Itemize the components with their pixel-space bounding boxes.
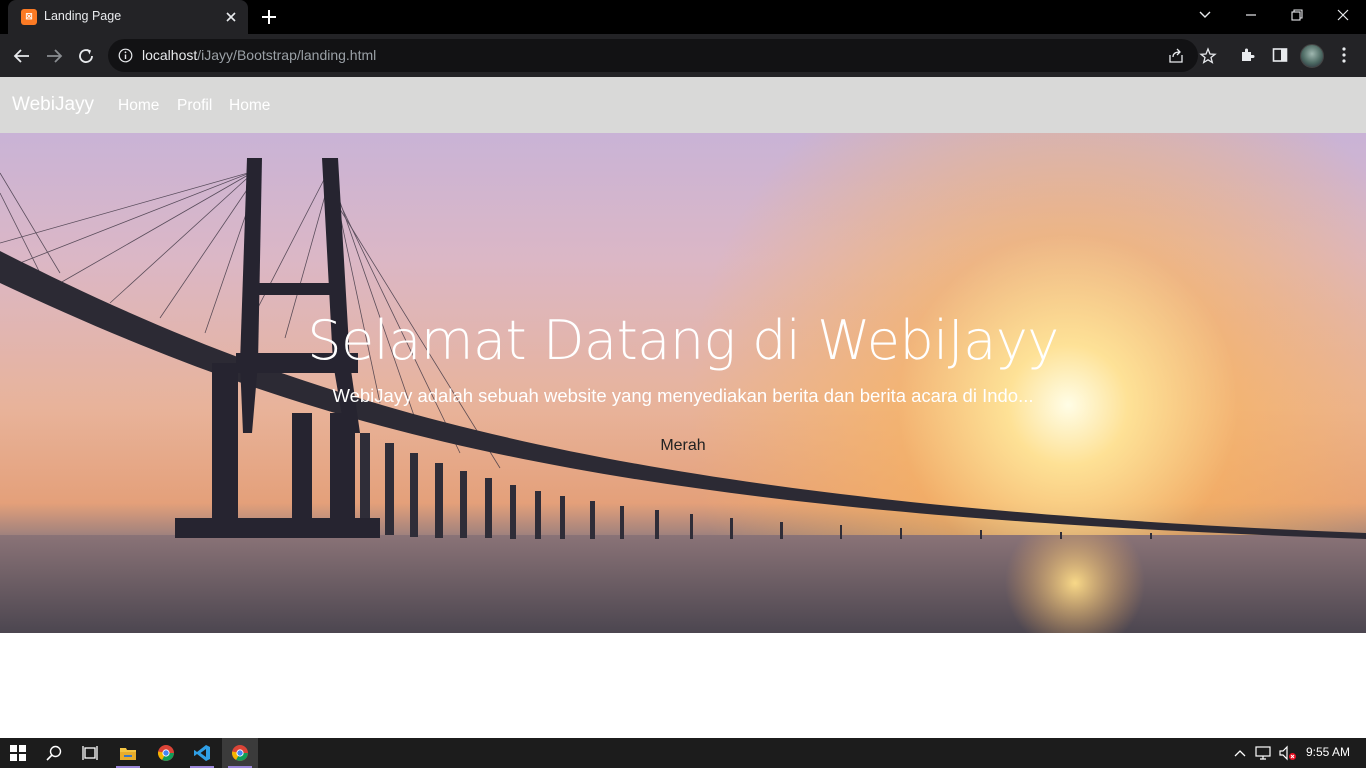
menu-icon[interactable]	[1333, 44, 1355, 66]
search-icon[interactable]	[36, 738, 72, 768]
url-path: /iJayy/Bootstrap/landing.html	[197, 47, 377, 63]
network-icon[interactable]	[1255, 745, 1273, 761]
file-explorer-icon[interactable]	[110, 738, 146, 768]
nav-link-profil[interactable]: Profil	[177, 97, 212, 115]
windows-taskbar: 9:55 AM	[0, 738, 1366, 768]
chevron-up-icon[interactable]	[1231, 745, 1249, 761]
chrome-active-icon[interactable]	[222, 738, 258, 768]
address-bar[interactable]: localhost/iJayy/Bootstrap/landing.html	[108, 39, 1217, 72]
navbar-brand[interactable]: WebiJayy	[12, 94, 94, 116]
hero-jumbotron: Selamat Datang di WebiJayy WebiJayy adal…	[0, 133, 1366, 633]
nav-link-home[interactable]: Home	[118, 97, 159, 115]
chrome-icon[interactable]	[148, 738, 184, 768]
merah-button[interactable]: Merah	[633, 430, 733, 462]
volume-muted-icon[interactable]	[1279, 745, 1297, 761]
vscode-icon[interactable]	[184, 738, 220, 768]
tab-search-icon[interactable]	[1182, 0, 1228, 30]
tab-title: Landing Page	[44, 9, 122, 23]
back-icon[interactable]	[8, 42, 36, 70]
star-icon[interactable]	[1198, 46, 1218, 66]
task-view-icon[interactable]	[72, 738, 108, 768]
bridge-background-image	[0, 158, 1366, 633]
hero-subtitle: WebiJayy adalah sebuah website yang meny…	[332, 385, 1034, 406]
tab-strip: ⊠ Landing Page	[0, 0, 1366, 34]
forward-icon[interactable]	[40, 42, 68, 70]
share-icon[interactable]	[1166, 46, 1186, 66]
nav-link-home-2[interactable]: Home	[229, 97, 270, 115]
info-icon[interactable]	[118, 48, 133, 67]
site-navbar: WebiJayy Home Profil Home	[0, 77, 1366, 133]
restore-icon[interactable]	[1274, 0, 1320, 30]
minimize-icon[interactable]	[1228, 0, 1274, 30]
start-icon[interactable]	[0, 738, 36, 768]
browser-tab[interactable]: ⊠ Landing Page	[8, 0, 248, 34]
new-tab-icon[interactable]	[258, 6, 280, 28]
reload-icon[interactable]	[72, 42, 100, 70]
avatar[interactable]	[1300, 44, 1324, 68]
extensions-icon[interactable]	[1237, 44, 1259, 66]
url-host: localhost	[142, 47, 198, 63]
tab-close-icon[interactable]	[222, 8, 240, 26]
url-text: localhost/iJayy/Bootstrap/landing.html	[142, 47, 376, 63]
browser-toolbar: localhost/iJayy/Bootstrap/landing.html	[0, 34, 1366, 77]
clock-time[interactable]: 9:55 AM	[1306, 745, 1350, 759]
hero-title: Selamat Datang di WebiJayy	[307, 309, 1059, 372]
side-panel-icon[interactable]	[1269, 44, 1291, 66]
close-icon[interactable]	[1320, 0, 1366, 30]
xampp-icon: ⊠	[21, 9, 37, 25]
